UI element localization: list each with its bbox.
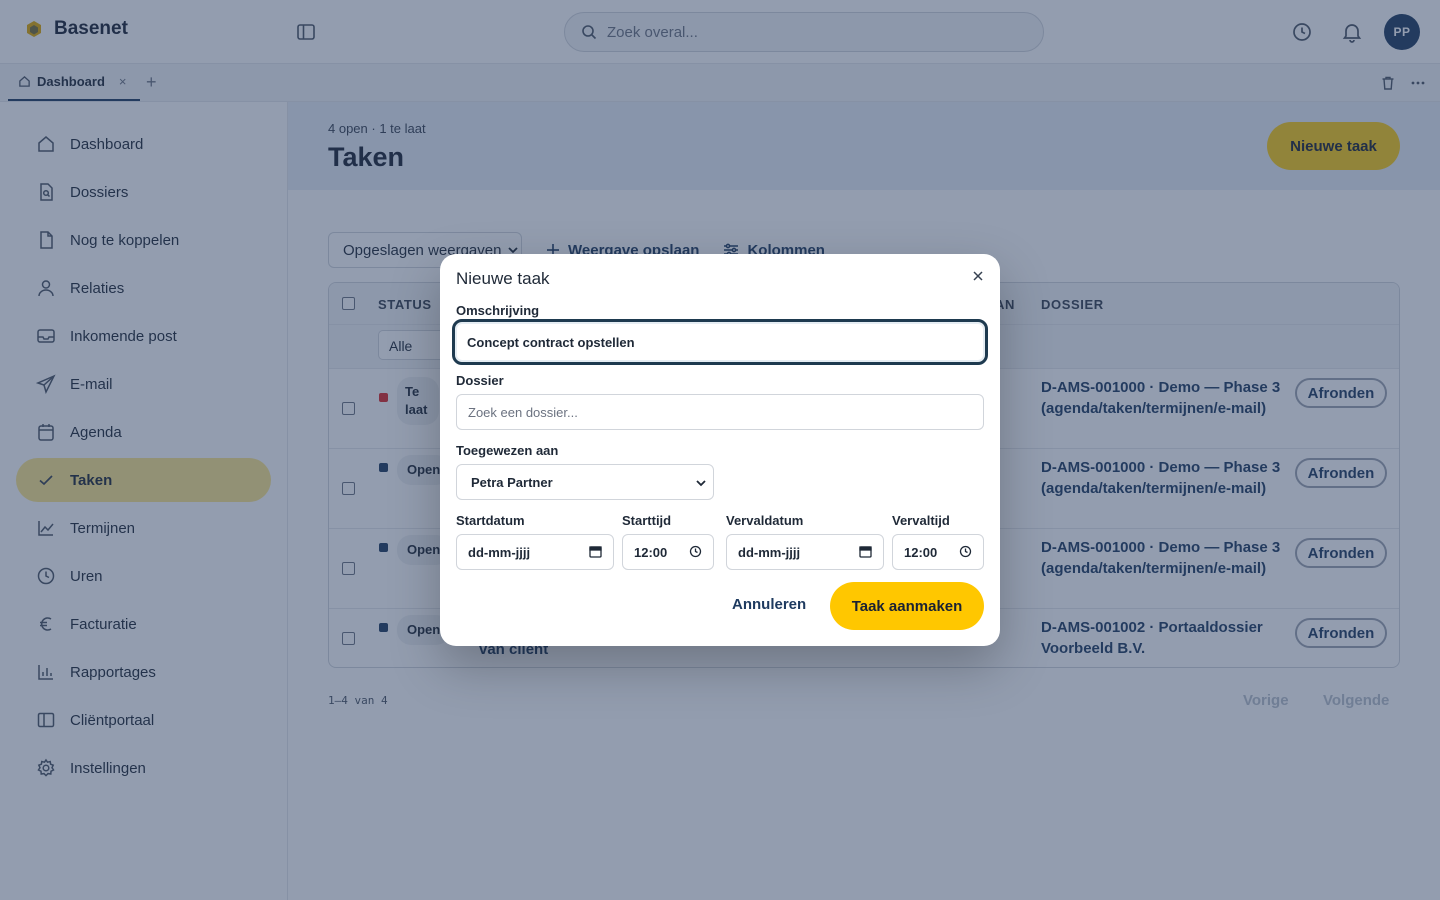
dossier-label: Dossier xyxy=(456,373,504,388)
assignee-label: Toegewezen aan xyxy=(456,443,559,458)
description-label: Omschrijving xyxy=(456,303,540,318)
due-date-value: dd-mm-jjjj xyxy=(738,544,801,560)
new-task-dialog: Nieuwe taak Omschrijving Concept contrac… xyxy=(440,254,1000,646)
due-time-input[interactable]: 12:00 xyxy=(892,534,984,570)
due-date-input[interactable]: dd-mm-jjjj xyxy=(726,534,884,570)
clock-icon[interactable] xyxy=(959,545,972,558)
start-time-input[interactable]: 12:00 xyxy=(622,534,714,570)
dossier-search-input[interactable]: Zoek een dossier... xyxy=(456,394,984,430)
due-time-label: Vervaltijd xyxy=(892,513,950,528)
start-time-label: Starttijd xyxy=(622,513,672,528)
chevron-down-icon xyxy=(696,480,706,487)
description-value: Concept contract opstellen xyxy=(467,334,635,350)
due-time-value: 12:00 xyxy=(904,544,938,560)
cancel-button[interactable]: Annuleren xyxy=(732,596,806,613)
clock-icon[interactable] xyxy=(689,545,702,558)
close-icon[interactable] xyxy=(971,269,985,283)
assignee-select[interactable]: Petra Partner xyxy=(456,464,714,500)
start-date-label: Startdatum xyxy=(456,513,525,528)
due-date-label: Vervaldatum xyxy=(726,513,804,528)
dossier-placeholder: Zoek een dossier... xyxy=(468,404,578,420)
description-input[interactable]: Concept contract opstellen xyxy=(452,319,988,365)
start-date-input[interactable]: dd-mm-jjjj xyxy=(456,534,614,570)
calendar-icon[interactable] xyxy=(859,545,872,558)
start-time-value: 12:00 xyxy=(634,544,668,560)
create-task-button[interactable]: Taak aanmaken xyxy=(830,582,984,630)
start-date-value: dd-mm-jjjj xyxy=(468,544,531,560)
dialog-title: Nieuwe taak xyxy=(456,269,550,288)
assignee-value: Petra Partner xyxy=(471,474,553,490)
calendar-icon[interactable] xyxy=(589,545,602,558)
